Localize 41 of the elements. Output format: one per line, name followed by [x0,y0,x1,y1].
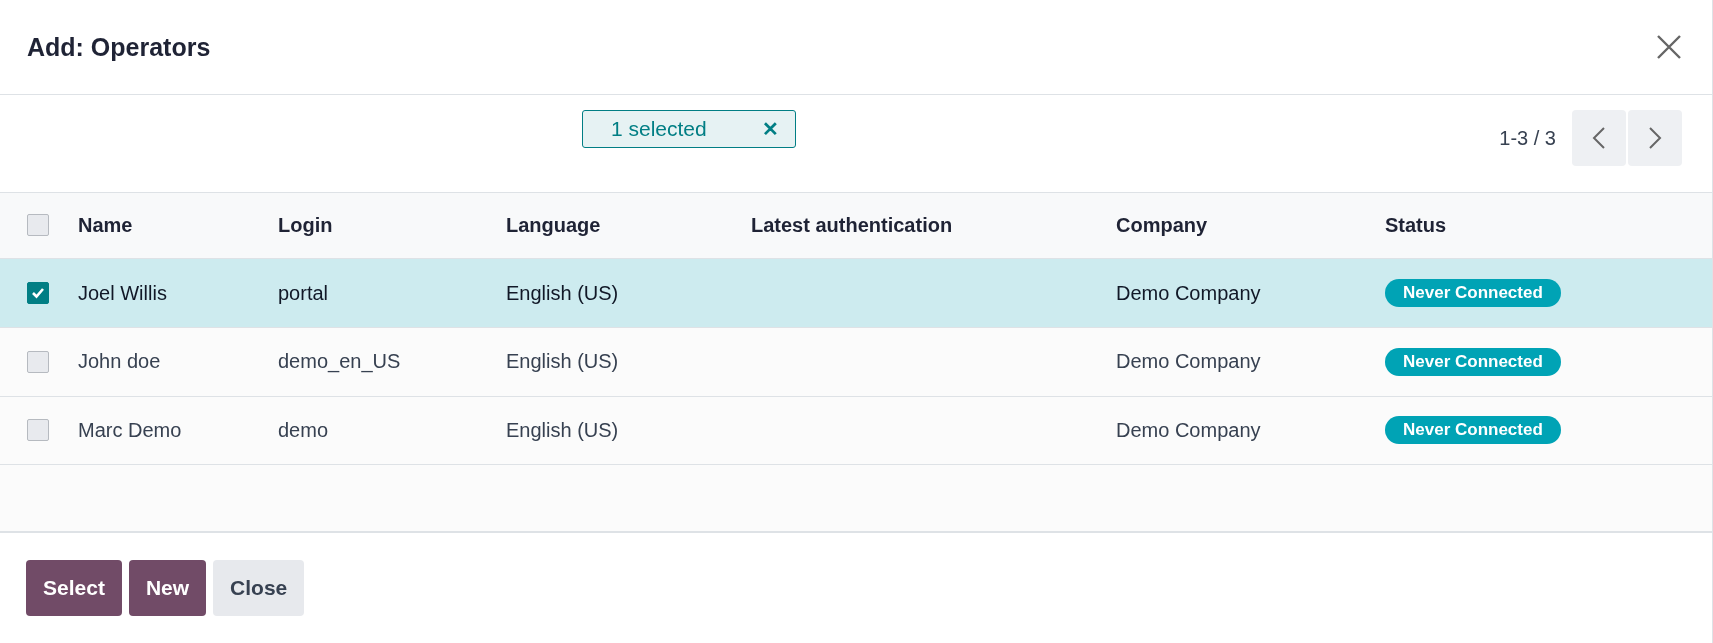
status-badge: Never Connected [1385,279,1561,308]
table-row[interactable]: John doe demo_en_US English (US) Demo Company Never Connected [0,327,1712,397]
checkmark-icon [31,287,45,300]
table-cell: Marc Demo [78,418,182,441]
table-cell: Joel Willis [78,281,167,304]
column-header[interactable]: Company [1116,213,1385,237]
table-cell: Demo Company [1116,418,1261,441]
status-badge: Never Connected [1385,347,1561,376]
table-cell: Demo Company [1116,350,1261,373]
table-cell: English (US) [506,350,619,373]
table-cell: portal [278,281,329,304]
table-cell: demo [278,418,329,441]
dialog-button[interactable]: Close [213,560,305,616]
column-header[interactable]: Login [278,213,506,237]
table-row[interactable]: Marc Demo demo English (US) Demo Company Never Connected [0,396,1712,466]
table-cell: Demo Company [1116,281,1261,304]
next-page-button[interactable] [1628,110,1682,167]
table-cell: John doe [78,350,161,373]
row-checkbox[interactable] [27,282,49,305]
column-header[interactable]: Status [1385,213,1712,237]
dialog-button[interactable]: Select [26,560,122,616]
table-cell: English (US) [506,418,619,441]
pager-range: 1-3 / 3 [1499,126,1556,150]
status-badge: Never Connected [1385,416,1561,445]
row-checkbox[interactable] [27,350,49,373]
close-icon[interactable] [1656,34,1682,61]
table-cell: demo_en_US [278,350,401,373]
selection-count: 1 selected [611,117,707,142]
table-cell: English (US) [506,281,619,304]
previous-page-button[interactable] [1572,110,1626,167]
clear-selection-button[interactable]: ✕ [762,117,779,142]
column-header[interactable]: Latest authentication [751,213,1116,237]
dialog-title: Add: Operators [27,32,211,62]
row-checkbox[interactable] [27,419,49,442]
chevron-left-icon [1592,126,1606,151]
table-row[interactable]: Joel Willis portal English (US) Demo Company Never Connected [0,259,1712,328]
select-all-checkbox[interactable] [27,214,49,237]
column-header[interactable]: Name [78,213,278,237]
dialog-button[interactable]: New [128,560,207,616]
column-header[interactable]: Language [506,213,751,237]
chevron-right-icon [1648,126,1662,151]
